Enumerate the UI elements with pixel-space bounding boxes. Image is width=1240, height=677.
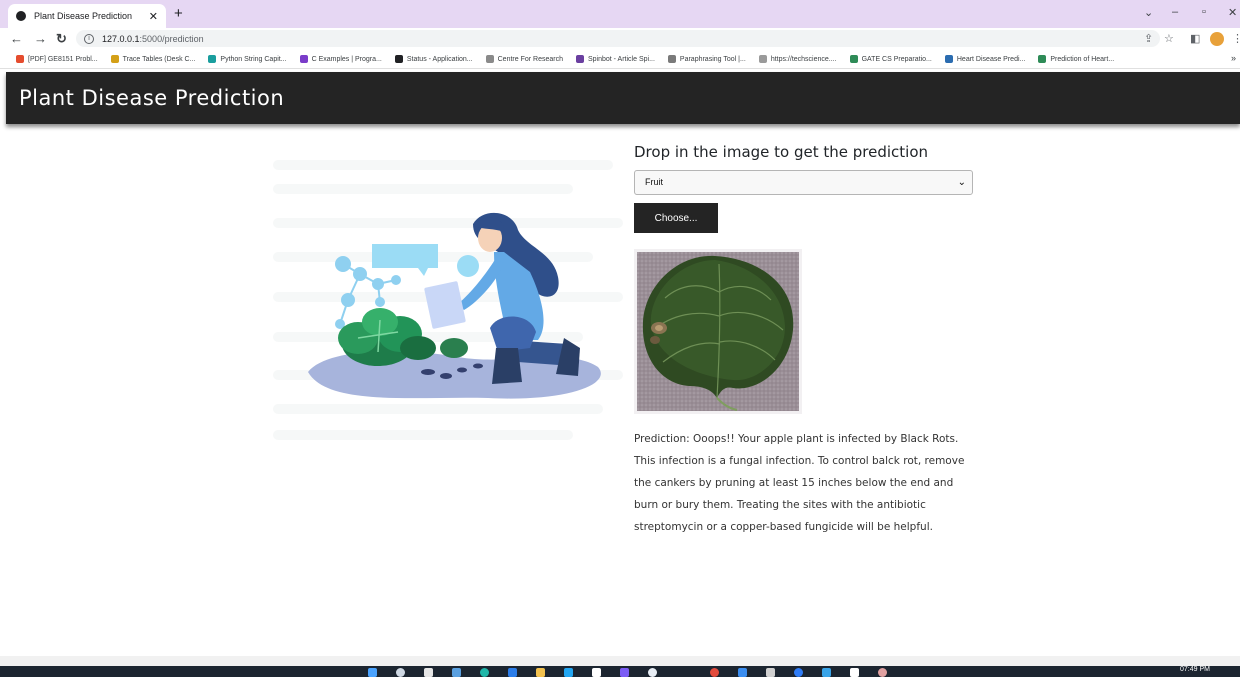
browser-tab[interactable]: Plant Disease Prediction ✕ xyxy=(8,4,166,28)
side-panel-icon[interactable]: ◧ xyxy=(1190,32,1200,45)
task-view-icon[interactable] xyxy=(424,668,433,677)
bookmark-item[interactable]: Spinbot - Article Spi... xyxy=(575,55,655,63)
share-icon[interactable]: ⇪ xyxy=(1144,32,1153,45)
bookmark-label: [PDF] GE8151 Probl... xyxy=(28,55,98,63)
bookmark-item[interactable]: C Examples | Progra... xyxy=(299,55,382,63)
close-window-icon[interactable]: ✕ xyxy=(1228,6,1237,19)
minimize-icon[interactable]: – xyxy=(1172,6,1178,18)
app-icon[interactable] xyxy=(710,668,719,677)
woman-with-tablet-plants-image xyxy=(273,160,623,440)
bookmark-favicon-icon xyxy=(299,55,308,63)
category-select-value: Fruit xyxy=(645,177,663,187)
apple-leaf-image xyxy=(637,252,799,411)
app-icon[interactable] xyxy=(738,668,747,677)
info-icon[interactable]: i xyxy=(84,33,94,44)
bookmark-favicon-icon xyxy=(575,55,584,63)
bookmark-favicon-icon xyxy=(208,55,217,63)
horizontal-scrollbar[interactable] xyxy=(0,656,1240,666)
uploaded-image-preview xyxy=(634,249,802,414)
site-brand[interactable]: Plant Disease Prediction xyxy=(19,86,284,110)
browser-toolbar: ← → ↻ i 127.0.0.1:5000/prediction ⇪ ☆ ◧ … xyxy=(0,28,1240,50)
bookmark-label: Heart Disease Predi... xyxy=(956,55,1026,63)
edge-icon[interactable] xyxy=(480,668,489,677)
bookmark-item[interactable]: Trace Tables (Desk C... xyxy=(110,55,196,63)
bookmark-label: Paraphrasing Tool |... xyxy=(679,55,746,63)
bookmark-favicon-icon xyxy=(394,55,403,63)
chevron-down-icon: ⌄ xyxy=(957,177,966,188)
bookmark-item[interactable]: Paraphrasing Tool |... xyxy=(667,55,746,63)
app-icon[interactable] xyxy=(766,668,775,677)
bookmarks-overflow-icon[interactable]: » xyxy=(1231,53,1236,63)
notepad-icon[interactable] xyxy=(592,668,601,677)
bookmark-label: https://techscience.... xyxy=(770,55,837,63)
clock: 07:49 PM xyxy=(1180,666,1210,673)
chrome-icon[interactable] xyxy=(648,668,657,677)
bookmark-favicon-icon xyxy=(110,55,119,63)
forward-icon[interactable]: → xyxy=(34,31,47,46)
app-icon[interactable] xyxy=(878,668,887,677)
bookmark-label: Status - Application... xyxy=(406,55,473,63)
bookmark-label: Spinbot - Article Spi... xyxy=(587,55,655,63)
bookmark-favicon-icon xyxy=(16,55,24,63)
vscode-icon[interactable] xyxy=(564,668,573,677)
chevron-down-icon[interactable]: ⌄ xyxy=(1144,6,1153,19)
bookmark-label: Trace Tables (Desk C... xyxy=(122,55,196,63)
os-taskbar: 07:49 PM xyxy=(0,666,1240,677)
bookmark-item[interactable]: Centre For Research xyxy=(485,55,563,63)
bookmark-favicon-icon xyxy=(485,55,494,63)
more-menu-icon[interactable]: ⋮ xyxy=(1232,32,1240,45)
bookmark-favicon-icon xyxy=(758,55,767,63)
url-host: 127.0.0.1 xyxy=(102,33,140,44)
close-icon[interactable]: ✕ xyxy=(149,10,158,23)
site-navbar: Plant Disease Prediction xyxy=(6,72,1240,124)
bookmark-favicon-icon xyxy=(667,55,676,63)
app-icon[interactable] xyxy=(794,668,803,677)
bookmark-item[interactable]: Python String Capit... xyxy=(208,55,287,63)
bookmark-favicon-icon xyxy=(944,55,953,63)
url-path: :5000/prediction xyxy=(139,33,204,44)
globe-icon xyxy=(16,11,26,21)
back-icon[interactable]: ← xyxy=(10,31,23,46)
windows-start-icon[interactable] xyxy=(368,668,377,677)
bookmark-label: Centre For Research xyxy=(497,55,563,63)
avatar[interactable] xyxy=(1210,32,1224,46)
upload-heading: Drop in the image to get the prediction xyxy=(634,143,929,161)
bookmark-item[interactable]: GATE CS Preparatio... xyxy=(849,55,932,63)
tab-title: Plant Disease Prediction xyxy=(34,11,133,21)
app-icon[interactable] xyxy=(822,668,831,677)
bookmark-label: GATE CS Preparatio... xyxy=(861,55,932,63)
new-tab-icon[interactable]: + xyxy=(174,5,183,22)
browser-tabstrip: Plant Disease Prediction ✕ + ⌄ – ▫ ✕ xyxy=(0,0,1240,28)
bookmark-label: Python String Capit... xyxy=(220,55,287,63)
prediction-result: Prediction: Ooops!! Your apple plant is … xyxy=(634,433,965,533)
search-icon[interactable] xyxy=(396,668,405,677)
bookmark-label: C Examples | Progra... xyxy=(311,55,382,63)
bookmark-label: Prediction of Heart... xyxy=(1050,55,1115,63)
widgets-icon[interactable] xyxy=(452,668,461,677)
star-icon[interactable]: ☆ xyxy=(1164,32,1174,45)
app-icon[interactable] xyxy=(850,668,859,677)
teams-icon[interactable] xyxy=(620,668,629,677)
reload-icon[interactable]: ↻ xyxy=(56,31,67,47)
bookmark-favicon-icon xyxy=(1038,55,1047,63)
restore-icon[interactable]: ▫ xyxy=(1202,6,1206,18)
file-explorer-icon[interactable] xyxy=(536,668,545,677)
bookmark-item[interactable]: Prediction of Heart... xyxy=(1038,55,1114,63)
choose-file-button[interactable]: Choose... xyxy=(634,203,718,233)
address-bar[interactable]: i 127.0.0.1:5000/prediction xyxy=(76,30,1160,47)
bookmark-item[interactable]: https://techscience.... xyxy=(758,55,837,63)
store-icon[interactable] xyxy=(508,668,517,677)
bookmark-favicon-icon xyxy=(849,55,858,63)
category-select[interactable]: Fruit ⌄ xyxy=(634,170,973,195)
bookmark-item[interactable]: [PDF] GE8151 Probl... xyxy=(16,55,98,63)
bookmark-item[interactable]: Heart Disease Predi... xyxy=(944,55,1026,63)
bookmark-item[interactable]: Status - Application... xyxy=(394,55,473,63)
upload-panel: Drop in the image to get the prediction … xyxy=(634,140,974,538)
hero-illustration xyxy=(268,152,628,452)
bookmarks-bar: [PDF] GE8151 Probl... Trace Tables (Desk … xyxy=(0,50,1240,69)
